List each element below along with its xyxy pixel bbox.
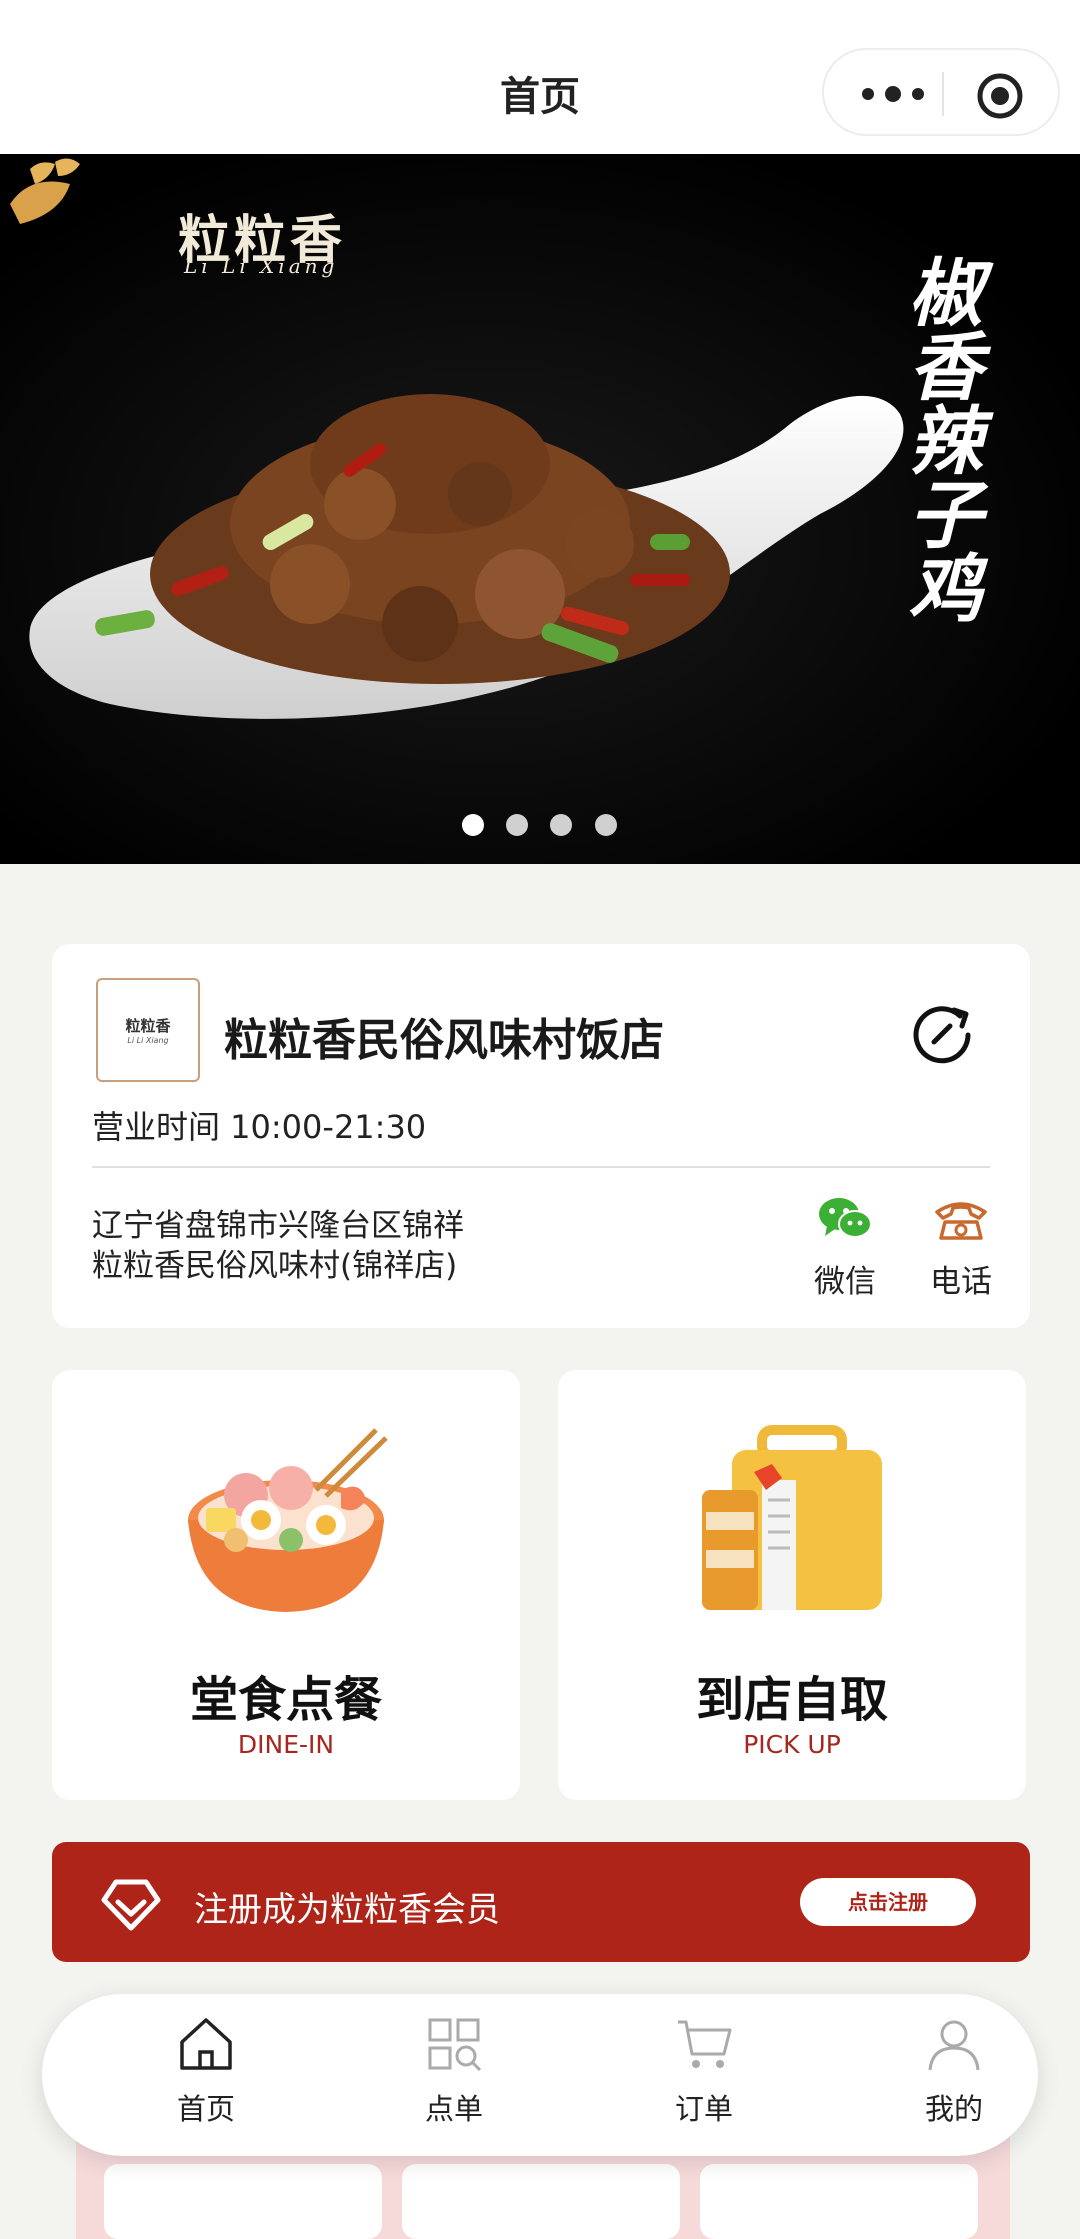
brand-logo-subtitle: Li Li Xiang [184, 254, 339, 278]
tab-mine[interactable]: 我的 [874, 2014, 1034, 2138]
hero-banner[interactable]: 粒粒香 Li Li Xiang 椒香辣子鸡 [0, 154, 1080, 864]
store-address: 辽宁省盘锦市兴隆台区锦祥 粒粒香民俗风味村(锦祥店) [92, 1206, 592, 1286]
diamond-icon [101, 1879, 161, 1931]
store-logo-text: 粒粒香 [125, 1017, 171, 1035]
peek-card [104, 2164, 382, 2239]
wheat-logo-icon [10, 158, 80, 224]
refresh-arrow-icon[interactable] [910, 1002, 976, 1068]
phone-button[interactable]: 电话 [916, 1194, 1006, 1301]
user-icon [928, 2020, 980, 2071]
member-promo-text: 注册成为粒粒香会员 [194, 1890, 500, 1930]
carousel-indicator [0, 814, 1080, 838]
pick-up-title: 到店自取 [695, 1672, 888, 1728]
store-info-card: 粒粒香 Li Li Xiang 粒粒香民俗风味村饭店 营业时间 10:00-21… [52, 944, 1030, 1328]
bottom-tab-bar: 首页 点单 订单 我的 [42, 1994, 1038, 2156]
grid-search-icon [428, 2018, 482, 2072]
pick-up-card[interactable]: 到店自取 PICK UP [558, 1370, 1026, 1800]
tab-menu[interactable]: 点单 [374, 2014, 534, 2138]
carousel-dot[interactable] [506, 814, 528, 836]
store-logo: 粒粒香 Li Li Xiang [96, 978, 200, 1082]
tab-menu-label: 点单 [424, 2092, 483, 2126]
home-icon [180, 2018, 232, 2070]
tab-orders[interactable]: 订单 [624, 2014, 784, 2138]
dine-in-subtitle: DINE-IN [237, 1730, 335, 1759]
business-hours: 营业时间 10:00-21:30 [92, 1108, 427, 1146]
wechat-label: 微信 [814, 1264, 876, 1300]
divider [92, 1166, 990, 1168]
dine-in-title: 堂食点餐 [189, 1672, 382, 1728]
tab-mine-label: 我的 [924, 2092, 983, 2126]
tab-home[interactable]: 首页 [126, 2014, 286, 2138]
mini-program-capsule [822, 48, 1060, 136]
store-logo-subtitle: Li Li Xiang [127, 1036, 169, 1045]
pick-up-subtitle: PICK UP [743, 1730, 841, 1759]
tab-home-label: 首页 [176, 2092, 235, 2126]
carousel-dot[interactable] [550, 814, 572, 836]
phone-label: 电话 [930, 1264, 992, 1300]
takeout-bag-icon [702, 1425, 882, 1610]
carousel-dot[interactable] [595, 814, 617, 836]
dish-name: 椒香辣子鸡 [896, 254, 982, 624]
carousel-dot[interactable] [462, 814, 484, 836]
store-name: 粒粒香民俗风味村饭店 [224, 1015, 664, 1066]
capsule-divider [942, 72, 944, 116]
member-register-banner[interactable]: 注册成为粒粒香会员 点击注册 [52, 1842, 1030, 1962]
tab-orders-label: 订单 [674, 2092, 733, 2126]
target-icon[interactable] [976, 72, 1024, 120]
dine-in-card[interactable]: 堂食点餐 DINE-IN [52, 1370, 520, 1800]
telephone-icon [935, 1202, 987, 1240]
peek-card [402, 2164, 680, 2239]
top-bar: 首页 [0, 0, 1080, 154]
address-line: 辽宁省盘锦市兴隆台区锦祥 [92, 1208, 464, 1244]
wechat-icon [819, 1198, 872, 1238]
food-bowl-icon [188, 1428, 388, 1612]
peek-card [700, 2164, 978, 2239]
address-line: 粒粒香民俗风味村(锦祥店) [92, 1248, 458, 1284]
more-dots-icon[interactable] [858, 84, 928, 104]
cart-icon [678, 2020, 732, 2068]
register-button[interactable]: 点击注册 [800, 1878, 976, 1926]
wechat-button[interactable]: 微信 [800, 1194, 890, 1301]
